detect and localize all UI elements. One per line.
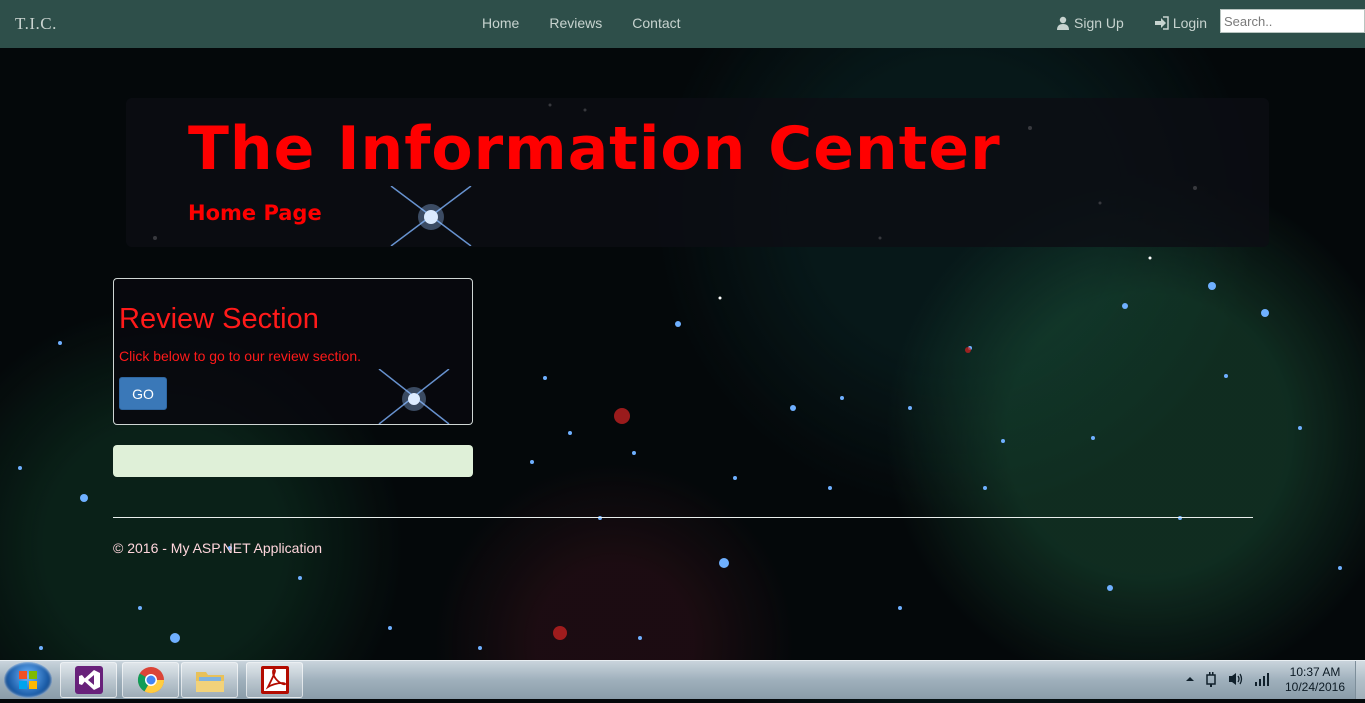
power-plug-icon[interactable]	[1204, 671, 1218, 687]
acrobat-icon	[260, 666, 289, 694]
page-subtitle: Home Page	[188, 201, 322, 225]
jumbotron: The Information Center Home Page	[126, 98, 1269, 247]
windows-taskbar: 10:37 AM 10/24/2016	[0, 660, 1365, 699]
signup-label: Sign Up	[1074, 15, 1124, 31]
nav-links: Home Reviews Contact	[482, 15, 711, 31]
login-label: Login	[1172, 15, 1208, 31]
alert-panel	[113, 445, 473, 477]
signup-link[interactable]: Sign Up	[1056, 15, 1124, 31]
visual-studio-icon	[74, 666, 103, 694]
star-flare-decoration	[378, 369, 450, 424]
login-icon	[1154, 16, 1169, 30]
clock-time: 10:37 AM	[1289, 665, 1341, 679]
user-icon	[1057, 16, 1069, 30]
show-desktop-button[interactable]	[1355, 661, 1365, 699]
chrome-icon	[137, 667, 164, 694]
review-section-card: Review Section Click below to go to our …	[113, 278, 473, 425]
system-tray	[1186, 671, 1270, 687]
search-input[interactable]	[1220, 9, 1365, 33]
top-navbar: T.I.C. Home Reviews Contact Sign Up Logi…	[0, 0, 1365, 48]
review-section-heading: Review Section	[119, 303, 319, 335]
taskbar-chrome[interactable]	[122, 662, 179, 698]
go-button[interactable]: GO	[119, 377, 167, 410]
site-title: The Information Center	[188, 114, 1001, 184]
account-links: Sign Up Login	[1056, 15, 1237, 31]
nav-reviews[interactable]: Reviews	[549, 15, 602, 31]
file-explorer-icon	[195, 672, 224, 692]
clock-date: 10/24/2016	[1284, 680, 1346, 694]
brand-link[interactable]: T.I.C.	[15, 14, 57, 34]
nav-contact[interactable]: Contact	[632, 15, 680, 31]
footer-divider	[113, 517, 1253, 518]
review-section-text: Click below to go to our review section.	[119, 348, 361, 364]
footer-text: © 2016 - My ASP.NET Application	[113, 540, 323, 556]
windows-logo-icon	[19, 671, 37, 689]
network-signal-icon[interactable]	[1254, 672, 1270, 686]
taskbar-acrobat[interactable]	[246, 662, 303, 698]
nav-home[interactable]: Home	[482, 15, 519, 31]
start-button[interactable]	[4, 662, 52, 698]
taskbar-clock[interactable]: 10:37 AM 10/24/2016	[1284, 665, 1346, 695]
tray-expand-icon[interactable]	[1186, 675, 1194, 683]
taskbar-file-explorer[interactable]	[181, 662, 238, 698]
volume-icon[interactable]	[1228, 671, 1244, 687]
star-flare-decoration	[390, 186, 472, 246]
login-link[interactable]: Login	[1154, 15, 1207, 31]
taskbar-visual-studio[interactable]	[60, 662, 117, 698]
